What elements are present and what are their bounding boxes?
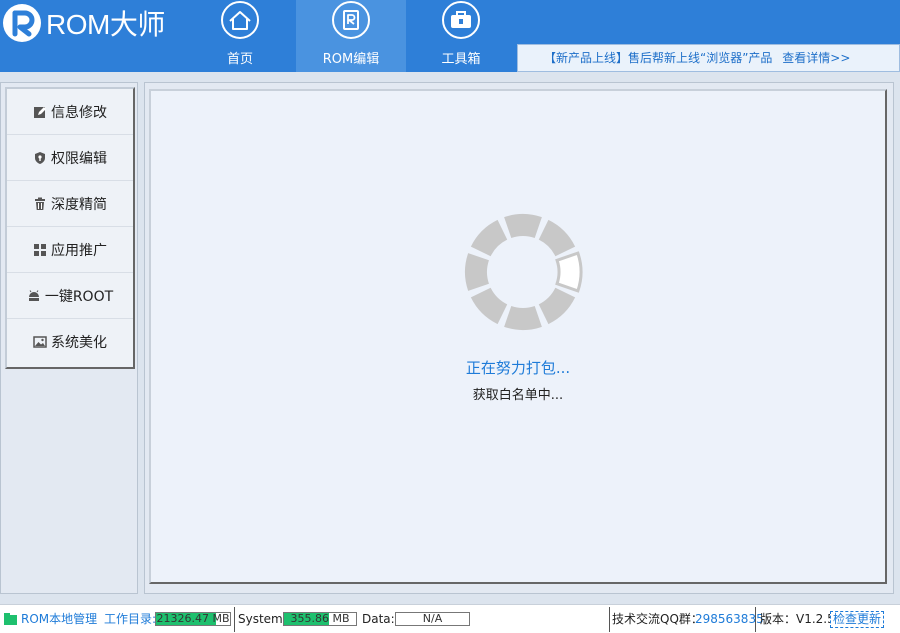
- status-bar: ROM本地管理 工作目录: 21326.47 MB System: 355.86…: [0, 604, 900, 633]
- image-icon: [33, 336, 47, 348]
- logo-mark-icon: [3, 4, 41, 42]
- sidebar-menu: 信息修改 权限编辑 深度精简 应用推广 一键ROOT 系统美化: [5, 87, 135, 369]
- packing-status: 正在努力打包...: [465, 359, 571, 377]
- workdir-usage-value: 21326.47 MB: [156, 612, 230, 625]
- spinner-segment: [538, 287, 576, 325]
- spinner-segment: [555, 251, 583, 293]
- tab-rom-edit-label: ROM编辑: [322, 52, 380, 67]
- announcement-more-link[interactable]: 查看详情>>: [782, 51, 850, 65]
- sidebar-item-system-beautify[interactable]: 系统美化: [7, 319, 133, 365]
- sidebar-item-label: 权限编辑: [51, 150, 107, 167]
- spinner-segment: [538, 219, 576, 257]
- check-update-button[interactable]: 检查更新: [830, 611, 884, 628]
- data-label: Data:: [362, 612, 395, 626]
- sidebar-item-label: 深度精简: [51, 196, 107, 213]
- top-header: ROM大师 首页 ROM编辑 工具箱 【新产品上线】售后帮新上线“浏览器”产品 …: [0, 0, 900, 72]
- sidebar-item-info-edit[interactable]: 信息修改: [7, 89, 133, 135]
- qq-group-label: 技术交流QQ群：: [612, 612, 703, 626]
- spinner-segment: [470, 287, 508, 325]
- divider: [234, 607, 235, 632]
- system-usage-value: 355.86 MB: [290, 612, 350, 625]
- apps-icon: [34, 243, 46, 256]
- sidebar-item-label: 系统美化: [51, 335, 107, 351]
- toolbox-icon: [442, 1, 480, 39]
- rom-local-manage-link[interactable]: ROM本地管理: [21, 610, 97, 628]
- sidebar-item-label: 一键ROOT: [44, 288, 114, 305]
- version-text: 版本：V1.2.5: [760, 612, 835, 626]
- home-icon: [221, 1, 259, 39]
- main-area: 正在努力打包... 获取白名单中...: [144, 82, 894, 594]
- workdir-usage-bar: 21326.47 MB: [155, 612, 231, 626]
- sidebar-item-label: 信息修改: [51, 104, 107, 121]
- divider: [755, 607, 756, 632]
- app-logo: ROM大师: [3, 3, 165, 43]
- qq-group-number[interactable]: 298563835: [695, 610, 764, 628]
- shield-icon: [35, 151, 45, 164]
- loading-spinner-icon: [465, 214, 583, 330]
- data-usage-bar: N/A: [395, 612, 470, 626]
- sidebar-item-deep-slim[interactable]: 深度精简: [7, 181, 133, 227]
- announcement-text[interactable]: 【新产品上线】售后帮新上线“浏览器”产品: [544, 51, 772, 65]
- tab-toolbox[interactable]: 工具箱: [406, 0, 516, 72]
- content-panel: 正在努力打包... 获取白名单中...: [149, 89, 887, 584]
- rom-edit-icon: [332, 1, 370, 39]
- announcement-banner[interactable]: 【新产品上线】售后帮新上线“浏览器”产品 查看详情>>: [517, 44, 900, 72]
- divider: [609, 607, 610, 632]
- spinner-segment: [504, 214, 542, 238]
- tab-rom-edit[interactable]: ROM编辑: [296, 0, 406, 72]
- app-name: ROM大师: [46, 9, 165, 40]
- tab-home[interactable]: 首页: [185, 0, 295, 72]
- android-icon: [28, 289, 39, 301]
- system-label: System:: [238, 612, 287, 626]
- spinner-segment: [470, 219, 508, 257]
- folder-icon: [4, 613, 17, 625]
- trash-icon: [35, 197, 45, 210]
- spinner-segment: [504, 306, 542, 330]
- data-usage-value: N/A: [422, 612, 443, 625]
- sidebar: 信息修改 权限编辑 深度精简 应用推广 一键ROOT 系统美化: [0, 82, 138, 594]
- edit-icon: [34, 106, 46, 118]
- workdir-label: 工作目录:: [104, 612, 157, 626]
- packing-substatus: 获取白名单中...: [472, 388, 564, 403]
- spinner-segment: [465, 253, 489, 291]
- sidebar-item-label: 应用推广: [51, 242, 107, 259]
- sidebar-item-permission-edit[interactable]: 权限编辑: [7, 135, 133, 181]
- tab-home-label: 首页: [226, 52, 253, 67]
- sidebar-item-one-click-root[interactable]: 一键ROOT: [7, 273, 133, 319]
- system-usage-bar: 355.86 MB: [283, 612, 357, 626]
- tab-toolbox-label: 工具箱: [441, 52, 481, 67]
- sidebar-item-app-promo[interactable]: 应用推广: [7, 227, 133, 273]
